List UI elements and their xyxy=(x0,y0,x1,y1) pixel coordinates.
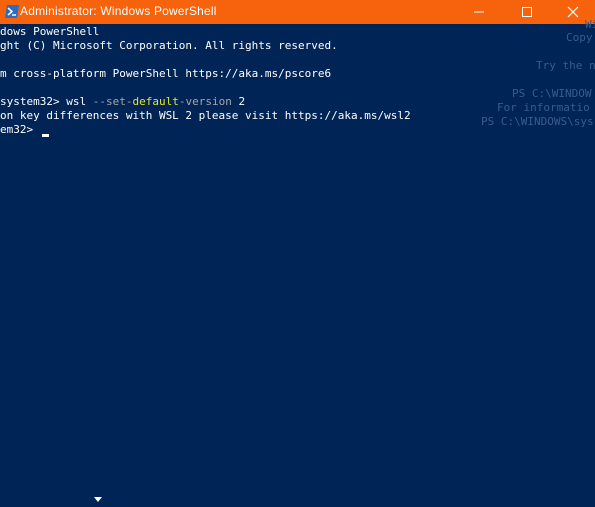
scroll-down-arrow-icon[interactable] xyxy=(93,494,103,504)
command-flag-highlight: default xyxy=(132,95,179,108)
window-title: Administrator: Windows PowerShell xyxy=(20,4,217,18)
console-line: m cross-platform PowerShell https://aka.… xyxy=(0,67,332,80)
command-flag-rest: -version xyxy=(178,95,239,108)
console-line: on key differences with WSL 2 please vis… xyxy=(0,109,411,122)
console-line: ght (C) Microsoft Corporation. All right… xyxy=(0,39,338,52)
command-name: wsl xyxy=(59,95,93,108)
vertical-scrollbar[interactable] xyxy=(581,24,595,507)
ghost-text: PS C:\WINDOW xyxy=(512,87,592,100)
console-output[interactable]: dows PowerShell ght (C) Microsoft Corpor… xyxy=(0,18,595,507)
text-cursor xyxy=(42,134,49,137)
title-bar[interactable]: Administrator: Windows PowerShell xyxy=(0,0,595,24)
command-line: system32> wsl --set-default-version 2 xyxy=(0,95,245,109)
minimize-icon xyxy=(474,11,484,13)
ghost-text: PS C:\WINDOWS\sys xyxy=(481,115,594,128)
powershell-icon xyxy=(5,5,19,18)
ghost-text: For informatio xyxy=(497,101,590,114)
close-icon xyxy=(567,6,579,18)
command-flag: --set- xyxy=(92,95,133,108)
minimize-button[interactable] xyxy=(462,0,496,24)
console-line: dows PowerShell xyxy=(0,25,100,38)
maximize-icon xyxy=(522,7,532,17)
command-argument: 2 xyxy=(238,95,246,108)
maximize-button[interactable] xyxy=(510,0,544,24)
prompt-path: system32> xyxy=(0,95,60,108)
last-prompt: em32> xyxy=(0,123,34,136)
